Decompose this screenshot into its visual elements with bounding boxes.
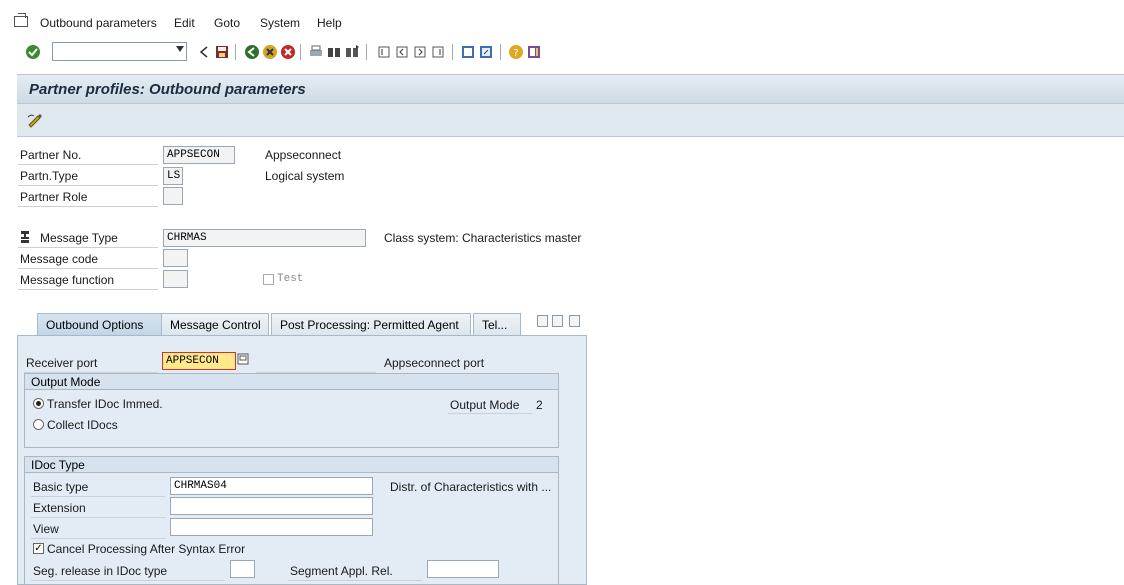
label-underline <box>31 580 225 581</box>
label-underline <box>31 496 165 497</box>
layout-menu-icon[interactable] <box>526 44 542 60</box>
exit-icon[interactable] <box>262 44 278 60</box>
tab-message-control[interactable]: Message Control <box>161 313 269 335</box>
application-toolbar <box>17 104 1124 137</box>
message-type-tree-icon <box>21 231 29 243</box>
segment-appl-rel-label: Segment Appl. Rel. <box>290 564 393 578</box>
last-page-icon[interactable] <box>430 44 446 60</box>
label-underline <box>31 517 165 518</box>
menu-edit[interactable]: Edit <box>174 16 195 30</box>
message-function-field[interactable] <box>163 270 188 288</box>
cancel-processing-label: Cancel Processing After Syntax Error <box>47 542 246 556</box>
page-title: Partner profiles: Outbound parameters <box>29 81 306 98</box>
message-function-label: Message function <box>20 273 115 287</box>
tab-scroll-left-icon[interactable] <box>537 315 548 327</box>
back-icon[interactable] <box>244 44 260 60</box>
idoc-type-group-title: IDoc Type <box>25 457 558 473</box>
tab-list-icon[interactable] <box>569 315 580 327</box>
menu-outbound-parameters[interactable]: Outbound parameters <box>40 16 157 30</box>
receiver-port-field[interactable]: APPSECON <box>162 352 236 370</box>
message-code-field[interactable] <box>163 249 188 267</box>
tab-telephony[interactable]: Tel... <box>473 313 521 335</box>
receiver-port-label: Receiver port <box>26 356 98 370</box>
seg-release-field[interactable] <box>230 560 255 578</box>
output-mode-group-title: Output Mode <box>25 374 558 390</box>
partn-type-description: Logical system <box>265 169 345 183</box>
toolbar-separator <box>366 44 367 60</box>
label-underline <box>31 538 165 539</box>
message-code-label: Message code <box>20 252 99 266</box>
shortcut-icon[interactable] <box>478 44 494 60</box>
segment-appl-rel-field[interactable] <box>427 560 499 578</box>
display-change-pencil-icon[interactable] <box>27 112 43 128</box>
partn-type-field[interactable]: LS <box>163 167 183 185</box>
basic-type-field[interactable]: CHRMAS04 <box>170 477 373 495</box>
port-details-icon[interactable] <box>237 353 249 365</box>
label-underline <box>288 580 422 581</box>
seg-release-label: Seg. release in IDoc type <box>33 564 168 578</box>
first-page-icon[interactable] <box>376 44 392 60</box>
extension-field[interactable] <box>170 497 373 515</box>
find-next-icon[interactable] <box>344 44 360 60</box>
tab-post-processing[interactable]: Post Processing: Permitted Agent <box>271 313 471 335</box>
label-underline <box>18 268 158 269</box>
previous-page-icon[interactable] <box>394 44 410 60</box>
label-underline <box>18 164 158 165</box>
partner-role-label: Partner Role <box>20 190 88 204</box>
transfer-idoc-label: Transfer IDoc Immed. <box>47 397 163 411</box>
transfer-idoc-radio[interactable] <box>33 398 44 409</box>
enter-check-icon[interactable] <box>25 44 41 60</box>
partn-type-label: Partn.Type <box>20 169 79 183</box>
menu-goto[interactable]: Goto <box>214 16 240 30</box>
toolbar-separator <box>452 44 453 60</box>
output-mode-value: 2 <box>536 398 543 412</box>
svg-text:?: ? <box>513 48 518 59</box>
test-label: Test <box>277 273 304 285</box>
toolbar-separator <box>500 44 501 60</box>
basic-type-label: Basic type <box>33 480 89 494</box>
menu-bar: Outbound parameters Edit Goto System Hel… <box>0 0 1124 42</box>
receiver-port-description: Appseconnect port <box>384 356 485 370</box>
message-type-field[interactable]: CHRMAS <box>163 229 366 247</box>
tab-strip: Outbound Options Message Control Post Pr… <box>17 313 587 335</box>
help-icon[interactable]: ? <box>508 44 524 60</box>
cancel-processing-checkbox[interactable]: ✓ <box>33 543 44 554</box>
view-label: View <box>33 522 59 536</box>
create-session-icon[interactable] <box>460 44 476 60</box>
toolbar-separator <box>235 44 236 60</box>
next-page-icon[interactable] <box>412 44 428 60</box>
message-type-description: Class system: Characteristics master <box>384 231 582 245</box>
partner-no-field[interactable]: APPSECON <box>163 146 235 164</box>
collect-idocs-radio[interactable] <box>33 419 44 430</box>
back-arrow-icon[interactable] <box>196 44 212 60</box>
command-field[interactable] <box>52 42 187 61</box>
label-underline <box>448 413 532 414</box>
find-icon[interactable] <box>326 44 342 60</box>
label-underline <box>18 206 158 207</box>
print-icon[interactable] <box>308 44 324 60</box>
title-bar: Partner profiles: Outbound parameters <box>17 74 1124 104</box>
label-underline <box>18 289 158 290</box>
output-mode-label: Output Mode <box>450 398 520 412</box>
partner-no-label: Partner No. <box>20 148 82 162</box>
basic-type-description: Distr. of Characteristics with ... <box>390 480 552 494</box>
save-icon[interactable] <box>214 44 230 60</box>
partner-no-description: Appseconnect <box>265 148 342 162</box>
partner-role-field[interactable] <box>163 187 183 205</box>
collect-idocs-label: Collect IDocs <box>47 418 118 432</box>
message-type-label: Message Type <box>40 231 118 245</box>
extension-label: Extension <box>33 501 86 515</box>
tab-scroll-right-icon[interactable] <box>552 315 563 327</box>
menu-help[interactable]: Help <box>317 16 342 30</box>
label-underline <box>18 185 158 186</box>
tab-outbound-options[interactable]: Outbound Options <box>37 313 173 335</box>
test-checkbox[interactable] <box>263 274 274 285</box>
toolbar-separator <box>300 44 301 60</box>
menu-system[interactable]: System <box>260 16 300 30</box>
chevron-down-icon[interactable] <box>176 46 184 52</box>
label-underline <box>18 247 158 248</box>
exit-menu-icon[interactable] <box>14 13 28 27</box>
view-field[interactable] <box>170 518 373 536</box>
cancel-icon[interactable] <box>280 44 296 60</box>
